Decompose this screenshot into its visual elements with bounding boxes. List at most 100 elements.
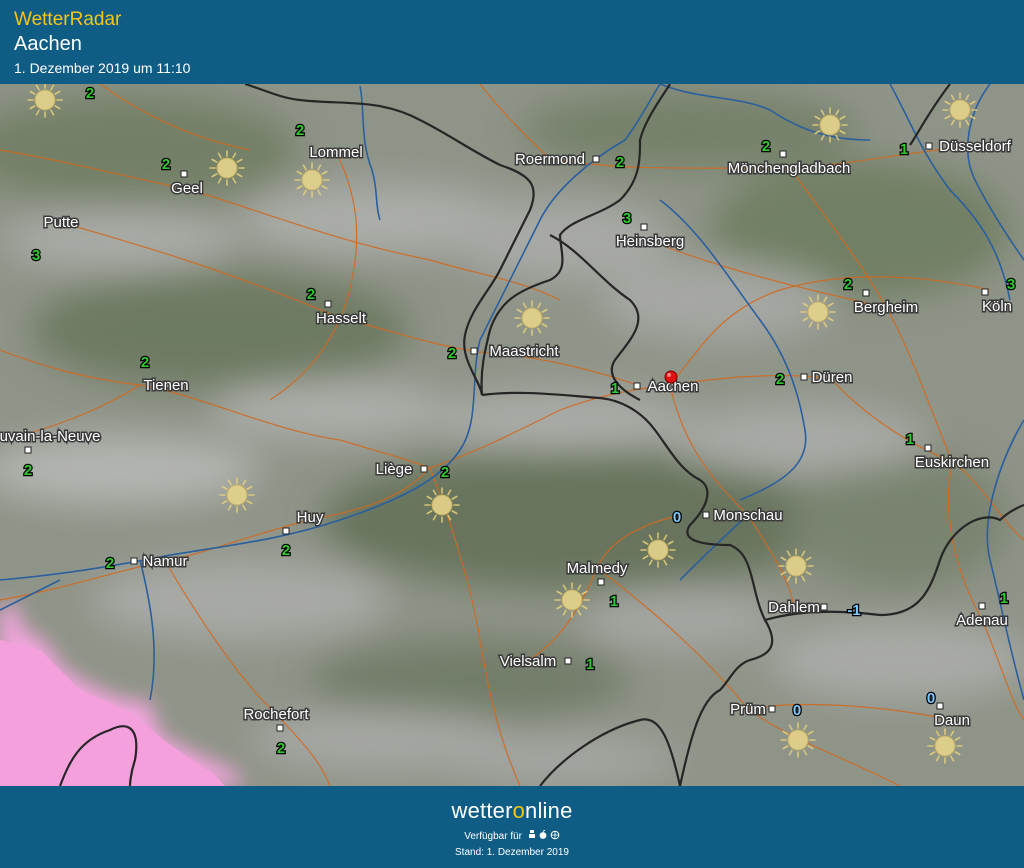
city-name: Heinsberg xyxy=(616,233,684,250)
temperature-value: 1 xyxy=(610,593,618,610)
city-name: Mönchengladbach xyxy=(728,160,851,177)
header-bar: WetterRadar Aachen 1. Dezember 2019 um 1… xyxy=(0,0,1024,84)
city-dot xyxy=(324,300,332,308)
temperature-value: 2 xyxy=(24,462,32,479)
city-name: Hasselt xyxy=(316,310,367,327)
temperature-value: 3 xyxy=(1007,276,1015,293)
city-name: Lommel xyxy=(309,144,362,161)
city-dot xyxy=(978,602,986,610)
city-name: Namur xyxy=(142,553,187,570)
temperature-value: 2 xyxy=(307,286,315,303)
temperature-value: 2 xyxy=(844,276,852,293)
temperature-value: 2 xyxy=(448,345,456,362)
location-title: Aachen xyxy=(14,33,82,55)
radar-timestamp: 1. Dezember 2019 um 11:10 xyxy=(14,60,191,76)
availability-line: Verfügbar für xyxy=(0,829,1024,842)
city-dot xyxy=(592,155,600,163)
android-icon[interactable] xyxy=(528,829,535,838)
temperature-value: 2 xyxy=(86,85,94,102)
city-marker[interactable]: Tienen xyxy=(142,376,190,396)
city-dot xyxy=(180,170,188,178)
city-name: Malmedy xyxy=(567,560,628,577)
city-name: Euskirchen xyxy=(915,454,989,471)
city-dot xyxy=(800,373,808,381)
city-dot xyxy=(282,527,290,535)
city-dot xyxy=(470,347,478,355)
temperature-value: -1 xyxy=(847,602,860,619)
city-dot xyxy=(640,223,648,231)
temperature-value: 1 xyxy=(586,656,594,673)
city-name: Liège xyxy=(376,461,413,478)
temperature-value: 1 xyxy=(906,431,914,448)
city-marker[interactable]: Dahlem xyxy=(767,598,828,618)
temperature-value: 1 xyxy=(611,380,619,397)
city-dot xyxy=(420,465,428,473)
city-marker[interactable]: Putte xyxy=(42,213,80,233)
city-name: Huy xyxy=(297,509,324,526)
radar-map[interactable]: Lommel Roermond Mönchengladbach Düsseldorf G… xyxy=(0,84,1024,786)
city-dot xyxy=(24,446,32,454)
city-name: Düren xyxy=(812,369,853,386)
brand-part-o: o xyxy=(512,798,526,823)
temperature-value: 2 xyxy=(776,371,784,388)
footer-bar: wetteronline Verfügbar für Stand: 1. Dez… xyxy=(0,786,1024,868)
city-marker[interactable]: Düsseldorf xyxy=(925,137,1013,157)
city-name: Tienen xyxy=(143,377,188,394)
temperature-value: 2 xyxy=(762,138,770,155)
city-name: Roermond xyxy=(515,151,585,168)
web-icon[interactable] xyxy=(550,830,560,840)
apple-icon[interactable] xyxy=(539,829,547,839)
city-dot xyxy=(702,511,710,519)
city-dot xyxy=(862,289,870,297)
city-name: Putte xyxy=(43,214,78,231)
temperature-value: 3 xyxy=(32,247,40,264)
temperature-value: 0 xyxy=(927,690,935,707)
city-name: Geel xyxy=(171,180,203,197)
city-dot xyxy=(779,150,787,158)
temperature-value: 0 xyxy=(793,702,801,719)
data-stand-date: Stand: 1. Dezember 2019 xyxy=(455,847,569,858)
temperature-value: 3 xyxy=(623,210,631,227)
city-marker[interactable]: Monschau xyxy=(702,506,784,526)
temperature-value: 1 xyxy=(900,141,908,158)
temperature-value: 2 xyxy=(141,354,149,371)
city-name: Köln xyxy=(982,298,1012,315)
temperature-value: 2 xyxy=(162,156,170,173)
temperature-value: 2 xyxy=(282,542,290,559)
temperature-value: 2 xyxy=(296,122,304,139)
city-name: Rochefort xyxy=(243,706,309,723)
availability-text: Verfügbar für xyxy=(464,831,523,842)
app-title: WetterRadar xyxy=(14,9,122,30)
city-dot xyxy=(820,603,828,611)
city-name: Vielsalm xyxy=(500,653,556,670)
temperature-value: 2 xyxy=(277,740,285,757)
city-name: Dahlem xyxy=(768,599,820,616)
city-dot xyxy=(276,724,284,732)
city-name: Prüm xyxy=(730,701,766,718)
temperature-value: 2 xyxy=(616,154,624,171)
brand-part-nline: nline xyxy=(525,798,573,823)
city-dot xyxy=(597,578,605,586)
platform-icons xyxy=(528,829,560,840)
city-dot xyxy=(925,142,933,150)
city-dot xyxy=(633,382,641,390)
brand-logo[interactable]: wetteronline xyxy=(0,798,1024,824)
city-dot xyxy=(768,705,776,713)
city-name: Monschau xyxy=(713,507,782,524)
city-name: Bergheim xyxy=(854,299,918,316)
temperature-value: 0 xyxy=(673,509,681,526)
city-name: Maastricht xyxy=(489,343,559,360)
city-dot xyxy=(936,702,944,710)
city-dot xyxy=(981,288,989,296)
map-canvas[interactable]: Lommel Roermond Mönchengladbach Düsseldorf G… xyxy=(0,84,1024,786)
city-name: uvain-la-Neuve xyxy=(0,428,100,445)
city-name: Adenau xyxy=(956,612,1008,629)
temperature-value: 1 xyxy=(1000,590,1008,607)
city-marker[interactable]: Lommel xyxy=(308,143,364,163)
city-dot xyxy=(564,657,572,665)
temperature-value: 2 xyxy=(106,555,114,572)
city-dot xyxy=(924,444,932,452)
city-name: Daun xyxy=(934,712,970,729)
city-name: Düsseldorf xyxy=(939,138,1012,155)
city-dot xyxy=(130,557,138,565)
